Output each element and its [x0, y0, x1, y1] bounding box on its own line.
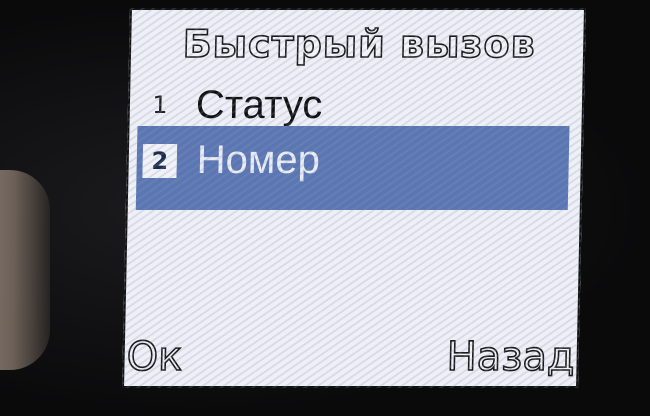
back-softkey[interactable]: Назад: [445, 333, 576, 381]
phone-device: Быстрый вызов 1 Статус 2 Номер Ок Назад: [0, 0, 650, 416]
finger: [0, 170, 50, 370]
menu-item-label: Номер: [196, 138, 321, 182]
ok-softkey[interactable]: Ок: [125, 333, 183, 381]
phone-screen: Быстрый вызов 1 Статус 2 Номер Ок Назад: [122, 8, 586, 388]
menu-item-number: 1: [152, 91, 168, 119]
screen-title: Быстрый вызов: [181, 21, 537, 67]
menu-item-number-selected[interactable]: 2 Номер: [135, 126, 570, 210]
menu-item-status[interactable]: 1 Статус: [139, 78, 570, 132]
menu-item-number: 2: [142, 144, 178, 178]
menu-item-label: Статус: [195, 82, 323, 127]
